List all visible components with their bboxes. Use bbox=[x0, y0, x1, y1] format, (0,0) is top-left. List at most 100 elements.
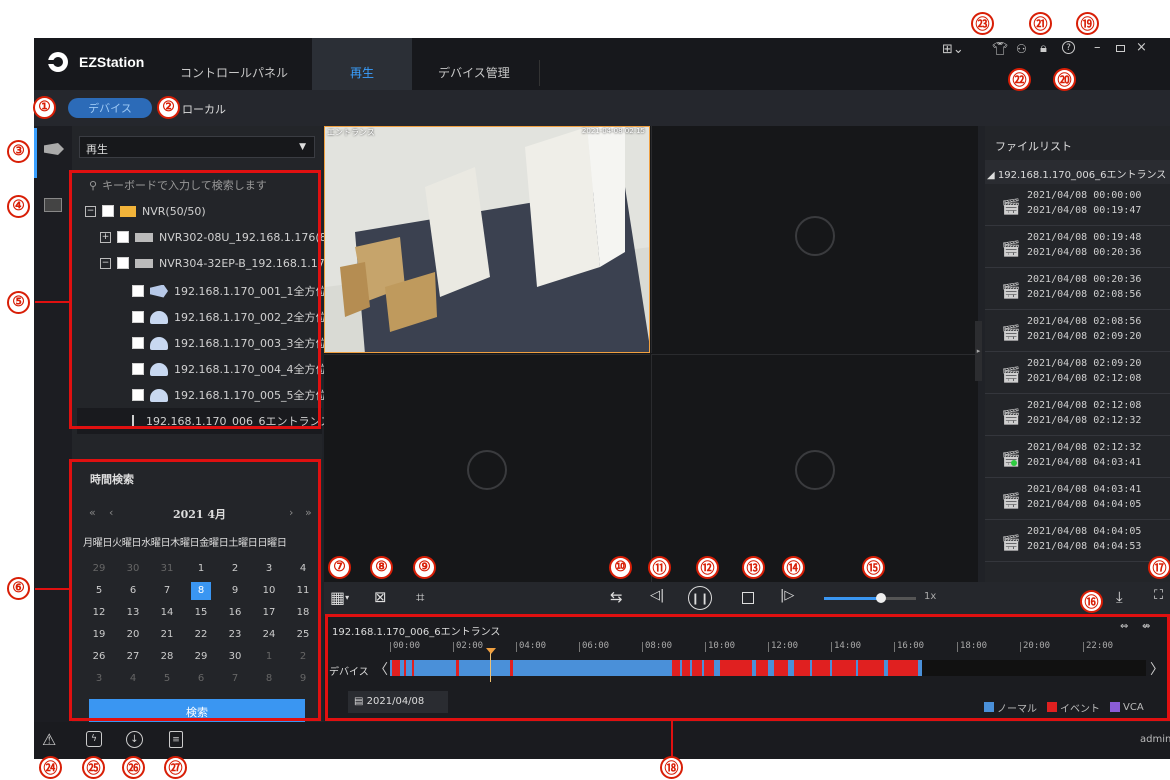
snapshot-icon[interactable]: ⌗ bbox=[416, 588, 424, 606]
calendar-day[interactable]: 13 bbox=[117, 604, 149, 622]
tree-node-camera-2[interactable]: 192.168.1.170_002_2全方位⋯ bbox=[132, 304, 337, 330]
tab-control-panel[interactable]: コントロールパネル bbox=[174, 38, 294, 90]
alarm-icon[interactable]: ⚠ bbox=[42, 730, 56, 749]
timeline-prev-icon[interactable]: 〈 bbox=[374, 659, 388, 679]
calendar-day[interactable]: 12 bbox=[83, 604, 115, 622]
device-source-button[interactable]: デバイス bbox=[68, 98, 152, 118]
calendar-day[interactable]: 25 bbox=[287, 626, 319, 644]
calendar-day[interactable]: 15 bbox=[185, 604, 217, 622]
file-list-item[interactable]: 🎬︎ 2021/04/08 02:12:32 2021/04/08 04:03:41 bbox=[985, 436, 1170, 478]
calendar-day[interactable]: 28 bbox=[151, 648, 183, 666]
calendar-day[interactable]: 7 bbox=[151, 582, 183, 600]
skin-icon[interactable]: 👕︎ bbox=[992, 42, 1009, 57]
camera-nav-icon[interactable] bbox=[44, 143, 64, 155]
calendar-day[interactable]: 4 bbox=[287, 560, 319, 578]
close-icon[interactable]: × bbox=[1136, 40, 1147, 55]
calendar-day[interactable]: 9 bbox=[287, 670, 319, 688]
sync-playback-icon[interactable]: ⇆ bbox=[610, 588, 623, 606]
tree-node-camera-5[interactable]: 192.168.1.170_005_5全方位⋯ bbox=[132, 382, 337, 408]
file-list-item[interactable]: 🎬︎ 2021/04/08 00:00:00 2021/04/08 00:19:47 bbox=[985, 184, 1170, 226]
calendar-day[interactable]: 3 bbox=[253, 560, 285, 578]
calendar-day[interactable]: 24 bbox=[253, 626, 285, 644]
calendar-day[interactable]: 8 bbox=[253, 670, 285, 688]
file-list-item[interactable]: 🎬︎ 2021/04/08 04:04:05 2021/04/08 04:04:53 bbox=[985, 520, 1170, 562]
calendar-day[interactable]: 26 bbox=[83, 648, 115, 666]
mode-dropdown[interactable]: 再生 ▼ bbox=[79, 136, 315, 158]
speed-slider[interactable] bbox=[824, 593, 916, 603]
calendar-day[interactable]: 27 bbox=[117, 648, 149, 666]
tree-node-camera-6[interactable]: 192.168.1.170_006_6エントランス bbox=[77, 408, 331, 434]
file-list-item[interactable]: 🎬︎ 2021/04/08 02:09:20 2021/04/08 02:12:08 bbox=[985, 352, 1170, 394]
timeline-next-icon[interactable]: 〉 bbox=[1150, 659, 1164, 679]
download-progress-icon[interactable]: ↓ bbox=[126, 731, 143, 748]
calendar-day[interactable]: 29 bbox=[185, 648, 217, 666]
calendar-day[interactable]: 10 bbox=[253, 582, 285, 600]
calendar-day[interactable]: 20 bbox=[117, 626, 149, 644]
calendar-day[interactable]: 1 bbox=[185, 560, 217, 578]
tree-node-nvr304[interactable]: − NVR304-32EP-B_192.168.1.170(⋯ bbox=[100, 250, 347, 276]
timeline-cursor[interactable] bbox=[490, 650, 491, 682]
calendar-day[interactable]: 22 bbox=[185, 626, 217, 644]
recording-track[interactable] bbox=[390, 660, 1146, 676]
alarm-event-icon[interactable]: ϟ bbox=[86, 731, 102, 747]
calendar-day[interactable]: 9 bbox=[219, 582, 251, 600]
next-month-icon[interactable]: › bbox=[289, 506, 293, 519]
fullscreen-icon[interactable]: ⛶ bbox=[1154, 588, 1163, 603]
collapse-filelist-handle[interactable]: ▸ bbox=[975, 321, 982, 381]
calendar-day[interactable]: 5 bbox=[83, 582, 115, 600]
calendar-day[interactable]: 16 bbox=[219, 604, 251, 622]
tab-playback[interactable]: 再生 bbox=[312, 38, 412, 90]
view-nav-icon[interactable] bbox=[44, 198, 62, 212]
calendar-day[interactable]: 23 bbox=[219, 626, 251, 644]
file-list-item[interactable]: 🎬︎ 2021/04/08 04:03:41 2021/04/08 04:04:05 bbox=[985, 478, 1170, 520]
calendar-day[interactable]: 1 bbox=[253, 648, 285, 666]
file-list-item[interactable]: 🎬︎ 2021/04/08 02:12:08 2021/04/08 02:12:32 bbox=[985, 394, 1170, 436]
tree-node-nvr302[interactable]: + NVR302-08U_192.168.1.176(8/8) bbox=[100, 224, 342, 250]
split-screen-icon[interactable]: ▦ ▾ bbox=[330, 588, 349, 607]
calendar-day[interactable]: 19 bbox=[83, 626, 115, 644]
calendar-day[interactable]: 2 bbox=[219, 560, 251, 578]
frame-forward-icon[interactable]: |▷ bbox=[780, 588, 794, 603]
device-search-input[interactable]: ⚲ キーボードで入力して検索します bbox=[77, 173, 320, 195]
file-list-item[interactable]: 🎬︎ 2021/04/08 00:20:36 2021/04/08 02:08:56 bbox=[985, 268, 1170, 310]
timeline-date-picker[interactable]: ▤ 2021/04/08 bbox=[348, 691, 448, 713]
file-list-item[interactable]: 🎬︎ 2021/04/08 00:19:48 2021/04/08 00:20:36 bbox=[985, 226, 1170, 268]
calendar-day[interactable]: 11 bbox=[287, 582, 319, 600]
local-source-button[interactable]: ローカル bbox=[182, 101, 226, 117]
tree-node-camera-4[interactable]: 192.168.1.170_004_4全方位⋯ bbox=[132, 356, 337, 382]
calendar-day[interactable]: 21 bbox=[151, 626, 183, 644]
help-icon[interactable]: ? bbox=[1062, 41, 1075, 54]
frame-back-icon[interactable]: ◁| bbox=[650, 588, 664, 603]
download-icon[interactable]: ⤓ bbox=[1116, 588, 1123, 606]
layout-menu-icon[interactable]: ⊞⌄ bbox=[942, 42, 964, 57]
speed-slider-handle[interactable] bbox=[876, 593, 886, 603]
tree-node-camera-3[interactable]: 192.168.1.170_003_3全方位⋯ bbox=[132, 330, 337, 356]
minimize-icon[interactable]: – bbox=[1094, 40, 1101, 55]
maximize-icon[interactable] bbox=[1116, 45, 1125, 52]
calendar-day[interactable]: 18 bbox=[287, 604, 319, 622]
tab-device-management[interactable]: デバイス管理 bbox=[414, 38, 534, 90]
calendar-day[interactable]: 3 bbox=[83, 670, 115, 688]
calendar-day[interactable]: 8 bbox=[191, 582, 211, 600]
tree-node-nvr-root[interactable]: − NVR(50/50) bbox=[85, 198, 206, 224]
tree-node-camera-1[interactable]: 192.168.1.170_001_1全方位⋯ bbox=[132, 278, 337, 304]
file-list-item[interactable]: 🎬︎ 2021/04/08 02:08:56 2021/04/08 02:09:20 bbox=[985, 310, 1170, 352]
calendar-day[interactable]: 4 bbox=[117, 670, 149, 688]
calendar-day[interactable]: 30 bbox=[219, 648, 251, 666]
video-tile-1[interactable]: エントランス 2021-04-08 02:15 bbox=[324, 126, 650, 353]
video-tile-3[interactable] bbox=[324, 354, 650, 582]
calendar-day[interactable]: 5 bbox=[151, 670, 183, 688]
calendar-day[interactable]: 2 bbox=[287, 648, 319, 666]
close-all-windows-icon[interactable]: ⊠ bbox=[374, 588, 387, 606]
file-list-group[interactable]: ◢ 192.168.1.170_006_6エントランス bbox=[985, 160, 1170, 184]
calendar-day[interactable]: 17 bbox=[253, 604, 285, 622]
calendar-day[interactable]: 29 bbox=[83, 560, 115, 578]
calendar-day[interactable]: 14 bbox=[151, 604, 183, 622]
next-year-icon[interactable]: » bbox=[305, 506, 312, 519]
pause-button[interactable]: ❙❙ bbox=[688, 586, 712, 610]
task-list-icon[interactable]: ≡ bbox=[169, 731, 183, 748]
stop-button[interactable] bbox=[742, 592, 754, 604]
calendar-day[interactable]: 31 bbox=[151, 560, 183, 578]
video-tile-2[interactable] bbox=[651, 126, 978, 353]
calendar-day[interactable]: 6 bbox=[185, 670, 217, 688]
